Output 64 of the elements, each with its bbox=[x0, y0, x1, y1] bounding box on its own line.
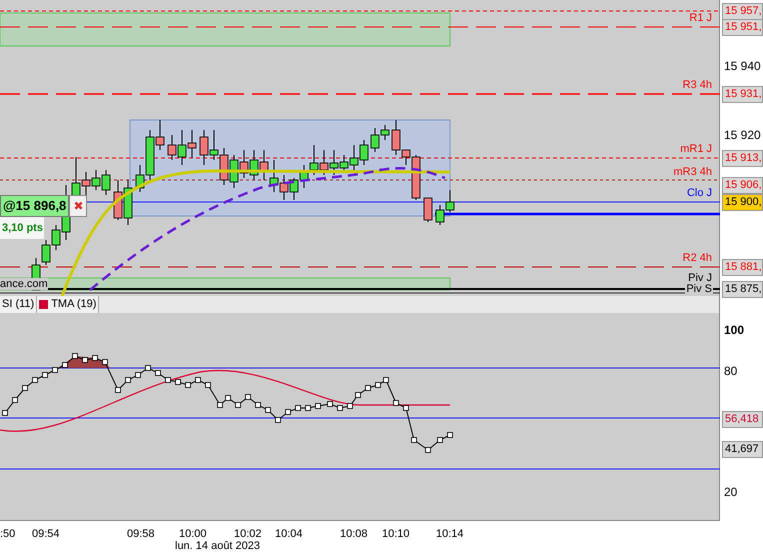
price-tag: 15 906, bbox=[722, 177, 763, 194]
candlestick bbox=[240, 150, 248, 178]
candlestick bbox=[310, 144, 318, 176]
candlestick bbox=[360, 140, 368, 166]
candlestick bbox=[168, 134, 176, 160]
date-label: lun. 14 août 2023 bbox=[175, 540, 260, 553]
candlestick bbox=[178, 130, 186, 166]
candlestick bbox=[200, 130, 208, 166]
candlestick bbox=[42, 240, 50, 266]
price-tag: 15 931, bbox=[722, 86, 763, 103]
axis-tick-label: 15 920 bbox=[724, 127, 761, 143]
time-tick-label: :50 bbox=[0, 528, 16, 541]
level-label: R3 4h bbox=[682, 79, 713, 91]
axis-tick-label: 20 bbox=[724, 484, 738, 500]
time-tick-label: 10:02 bbox=[234, 528, 262, 541]
candlestick bbox=[250, 150, 258, 180]
candlestick bbox=[230, 154, 238, 188]
indicator-tab[interactable]: SI (11) bbox=[0, 296, 38, 313]
source-text: ance.com bbox=[0, 278, 48, 290]
candlestick bbox=[424, 198, 432, 222]
price-tag: 15 881, bbox=[722, 259, 763, 276]
candlestick bbox=[92, 170, 100, 190]
candlestick bbox=[114, 180, 122, 220]
price-tag: 15 957, bbox=[722, 3, 763, 20]
time-tick-label: 10:08 bbox=[340, 528, 368, 541]
axis-tick-label: 100 bbox=[724, 322, 744, 338]
level-label: Piv S bbox=[685, 283, 713, 295]
candlestick bbox=[270, 160, 278, 192]
level-label: Piv J bbox=[687, 272, 713, 284]
candlestick bbox=[300, 164, 308, 188]
price-tag: 15 900, bbox=[722, 194, 763, 211]
time-tick-label: 10:04 bbox=[275, 528, 303, 541]
price-tag: 15 951, bbox=[722, 19, 763, 36]
indicator-tab[interactable]: TMA (19) bbox=[37, 296, 100, 313]
time-tick-label: 10:14 bbox=[436, 528, 464, 541]
candlestick bbox=[210, 130, 218, 160]
candlestick bbox=[446, 190, 454, 212]
time-tick-label: 10:10 bbox=[382, 528, 410, 541]
time-tick-label: 09:58 bbox=[127, 528, 155, 541]
level-label: mR1 J bbox=[679, 143, 713, 155]
order-price: @15 896,8 bbox=[0, 195, 70, 217]
candlestick bbox=[290, 178, 298, 200]
candlestick bbox=[320, 150, 328, 176]
close-order-button[interactable]: ✖ bbox=[69, 195, 88, 217]
axis-tick-label: 80 bbox=[724, 363, 738, 379]
candlestick bbox=[220, 148, 228, 186]
candlestick bbox=[280, 174, 288, 200]
price-tag: 15 913, bbox=[722, 150, 763, 167]
candlestick bbox=[260, 150, 268, 180]
candlestick bbox=[436, 204, 444, 226]
time-tick-label: 10:00 bbox=[179, 528, 207, 541]
level-label: mR3 4h bbox=[672, 166, 713, 178]
price-tag: 41,697 bbox=[722, 441, 763, 458]
candlestick bbox=[102, 170, 110, 196]
price-tag: 56,418 bbox=[722, 411, 763, 428]
candlestick bbox=[124, 180, 132, 226]
candlestick bbox=[188, 130, 196, 158]
points-label: 3,10 pts bbox=[0, 217, 44, 239]
axis-tick-label: 15 940 bbox=[724, 58, 761, 74]
price-tag: 15 875, bbox=[722, 281, 763, 298]
level-label: R1 J bbox=[688, 12, 713, 24]
time-tick-label: 09:54 bbox=[32, 528, 60, 541]
level-label: Clo J bbox=[686, 187, 713, 199]
level-label: R2 4h bbox=[682, 252, 713, 264]
